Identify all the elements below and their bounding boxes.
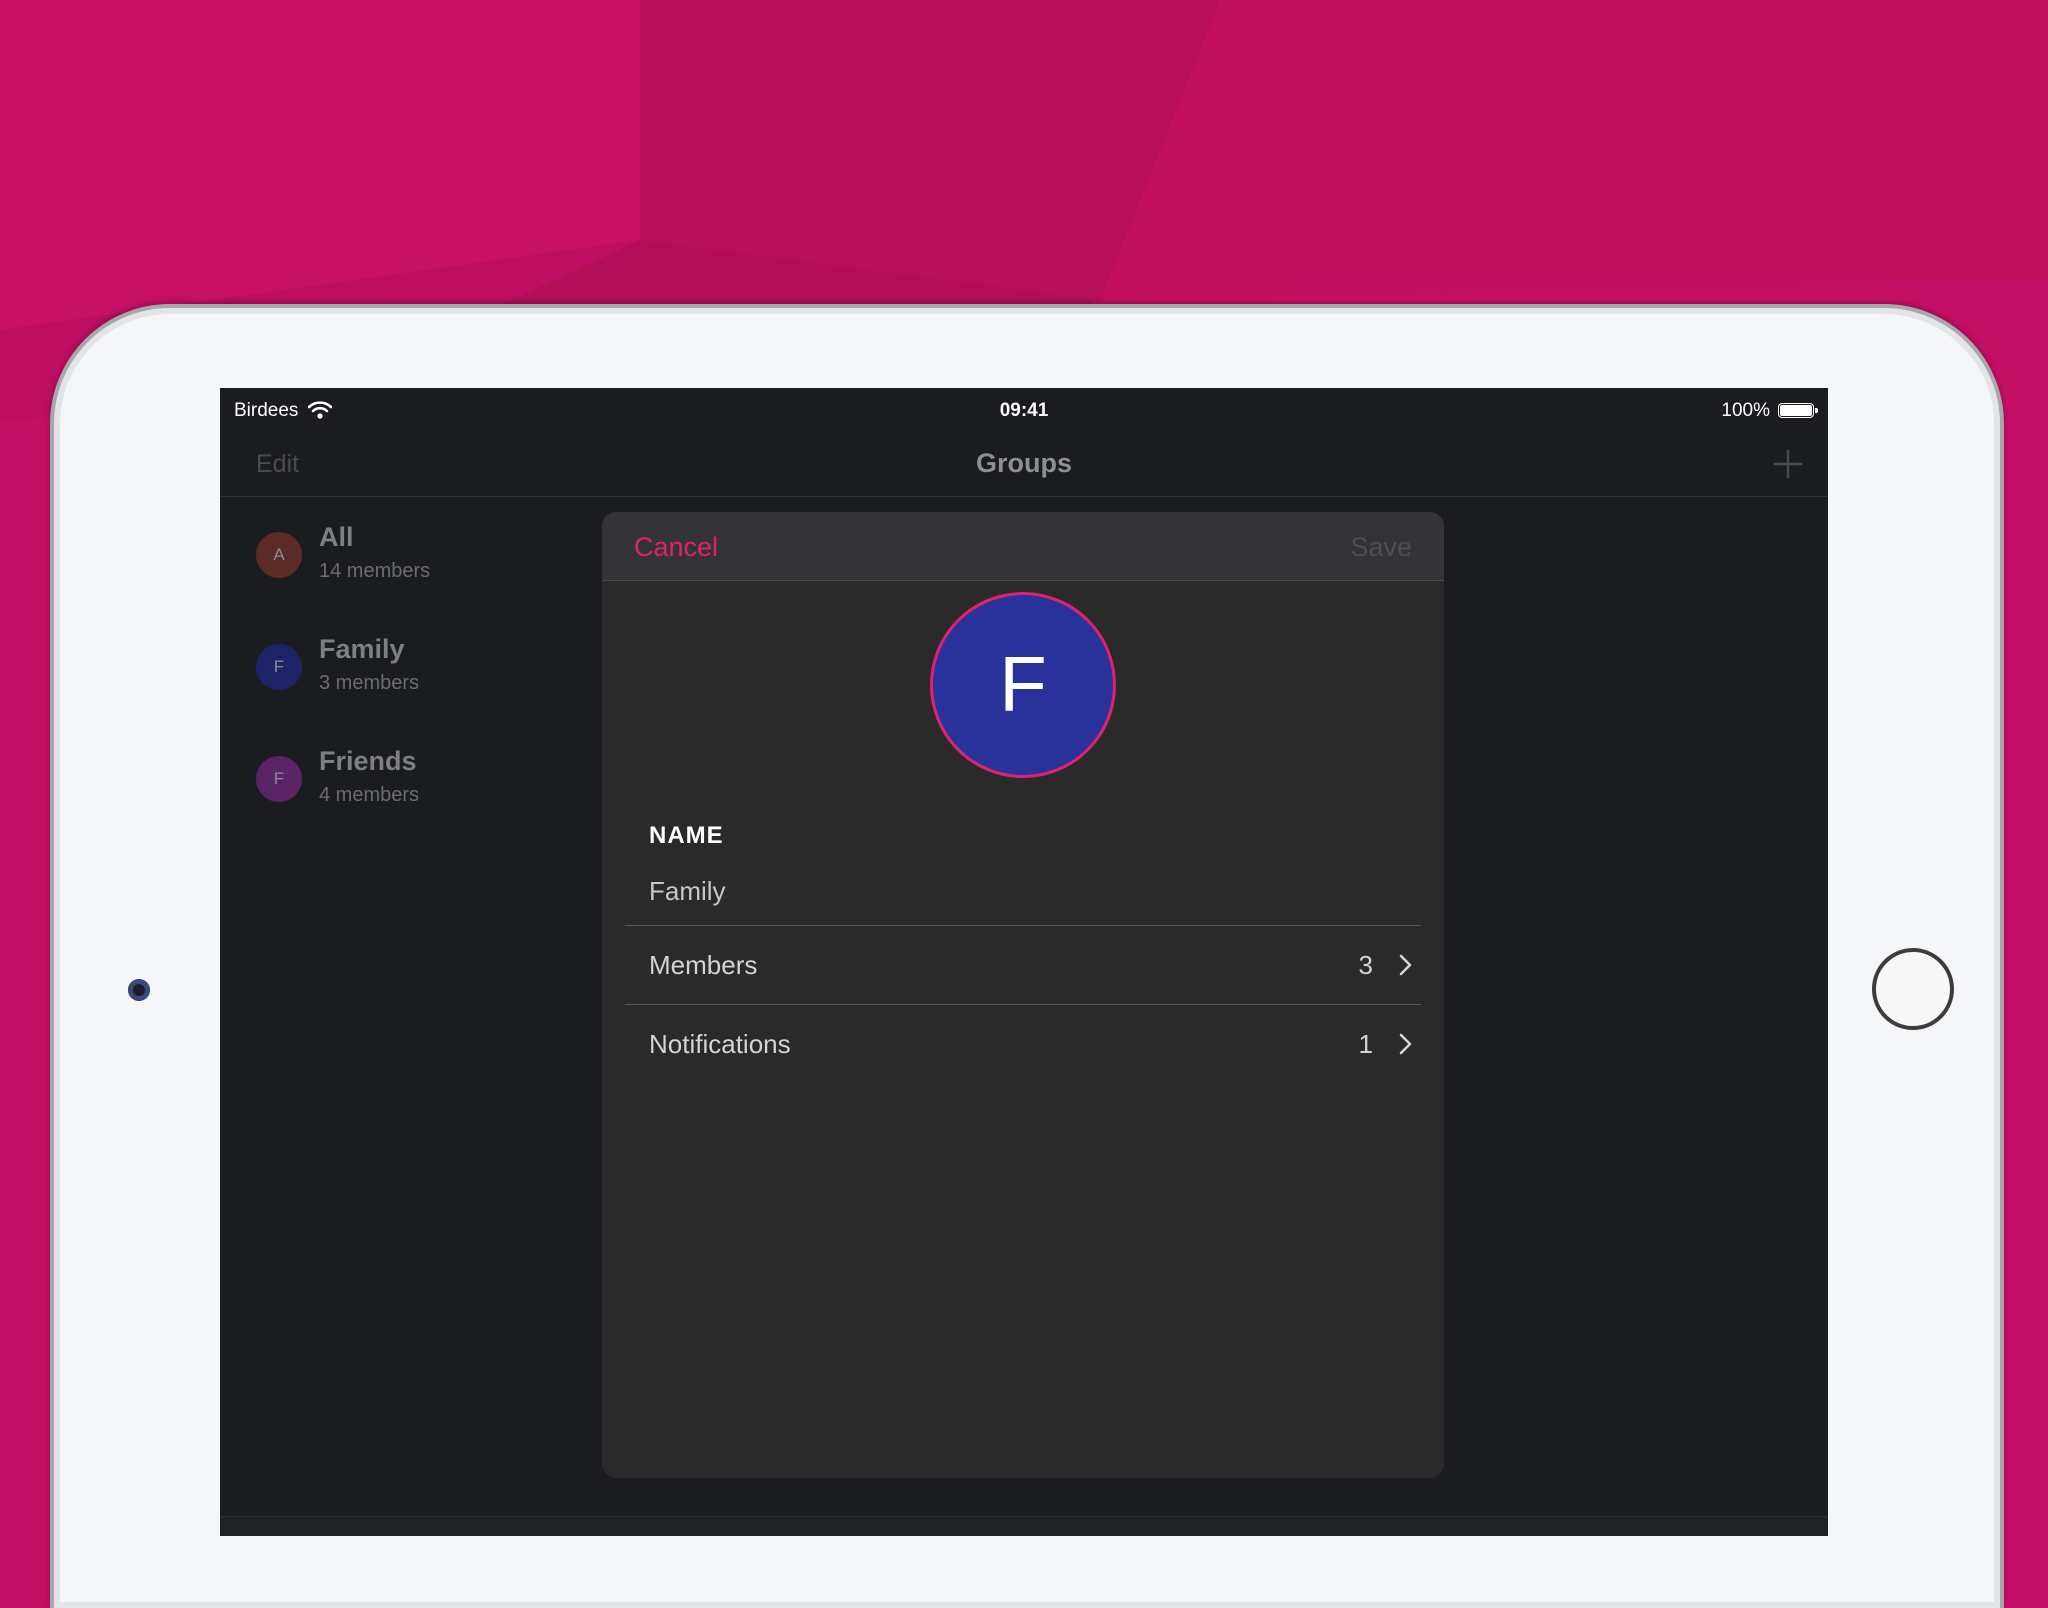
- notifications-row[interactable]: Notifications 1: [625, 1005, 1421, 1083]
- bottom-bar: [220, 1516, 1828, 1536]
- group-member-count: 3 members: [319, 672, 420, 694]
- edit-group-modal: Cancel Save F NAME Family Members 3 Noti…: [602, 512, 1444, 1478]
- modal-header: Cancel Save: [602, 512, 1444, 581]
- group-name: Family: [319, 634, 405, 664]
- notifications-label: Notifications: [649, 1029, 791, 1059]
- page-title: Groups: [975, 448, 1072, 478]
- battery-percent: 100%: [1721, 400, 1770, 421]
- members-row[interactable]: Members 3: [625, 926, 1421, 1004]
- group-avatar: A: [256, 532, 302, 578]
- group-name: Friends: [319, 746, 417, 776]
- group-avatar-large[interactable]: F: [930, 592, 1116, 778]
- members-label: Members: [649, 950, 758, 980]
- status-bar: Birdees 09:41 100%: [220, 388, 1828, 432]
- app-screen: Birdees 09:41 100% Edit Groups A All 14 …: [220, 388, 1828, 1536]
- members-count: 3: [1358, 950, 1373, 980]
- notifications-count: 1: [1358, 1029, 1373, 1059]
- cancel-button[interactable]: Cancel: [634, 532, 718, 563]
- group-member-count: 14 members: [319, 560, 431, 582]
- group-avatar: F: [256, 644, 302, 690]
- save-button[interactable]: Save: [1350, 532, 1412, 563]
- plus-icon[interactable]: [1770, 446, 1806, 482]
- group-avatar: F: [256, 756, 302, 802]
- group-name-field[interactable]: Family: [649, 876, 726, 907]
- camera-icon: [128, 979, 150, 1001]
- navigation-bar: Edit Groups: [220, 432, 1828, 497]
- home-button[interactable]: [1872, 948, 1954, 1030]
- chevron-right-icon: [1399, 954, 1412, 976]
- group-name: All: [319, 522, 354, 552]
- battery-icon: [1778, 403, 1818, 418]
- chevron-right-icon: [1399, 1033, 1412, 1055]
- name-section-label: NAME: [649, 822, 724, 849]
- clock: 09:41: [999, 400, 1049, 421]
- group-member-count: 4 members: [319, 784, 420, 806]
